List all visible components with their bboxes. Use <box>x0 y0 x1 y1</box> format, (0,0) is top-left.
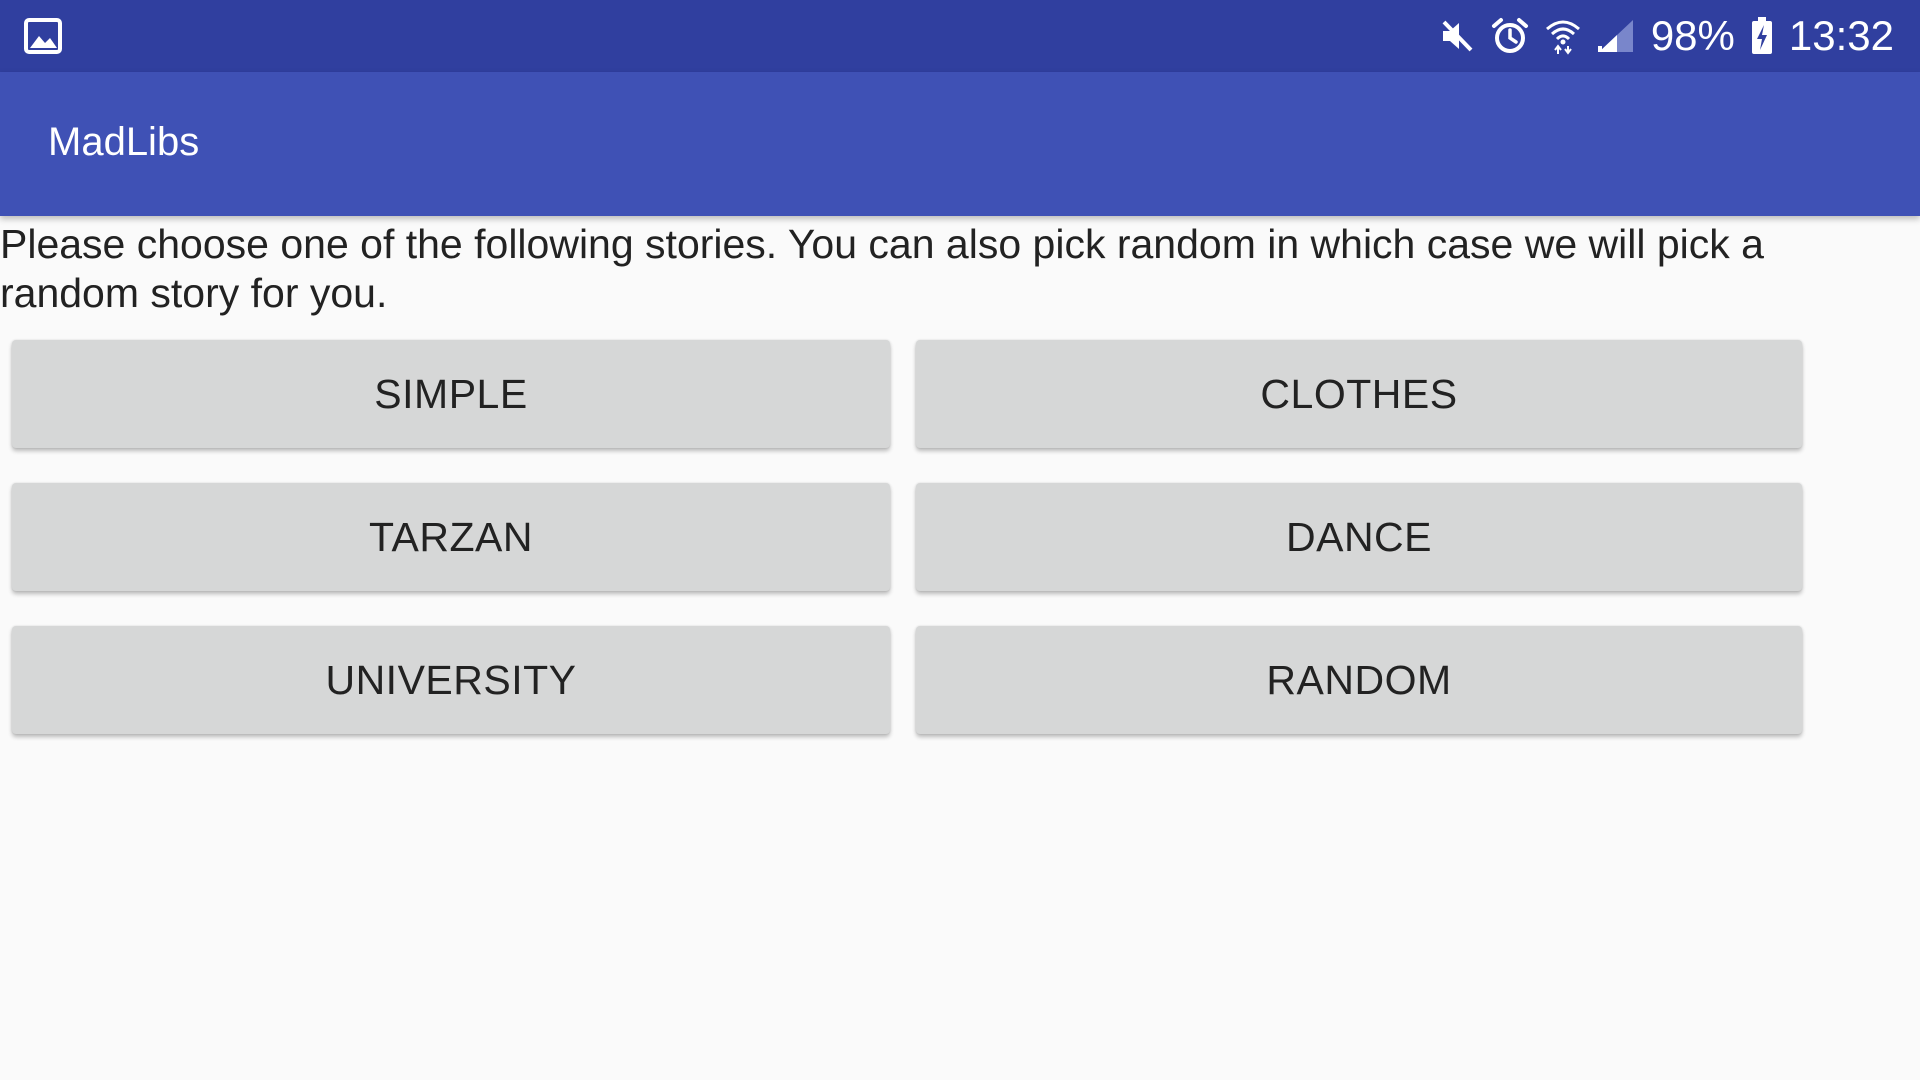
mute-icon <box>1439 18 1475 54</box>
tarzan-story-button[interactable]: TARZAN <box>12 483 890 591</box>
clothes-story-button[interactable]: CLOTHES <box>916 340 1802 448</box>
image-notification-icon <box>24 18 62 54</box>
cell-signal-icon <box>1597 18 1635 54</box>
app-title: MadLibs <box>48 120 200 164</box>
status-icons: 98% 13:32 <box>1439 0 1894 72</box>
random-story-button[interactable]: RANDOM <box>916 626 1802 734</box>
simple-story-button[interactable]: SIMPLE <box>12 340 890 448</box>
dance-story-button[interactable]: DANCE <box>916 483 1802 591</box>
instructions-text: Please choose one of the following stori… <box>0 221 1764 316</box>
status-bar: 98% 13:32 <box>0 0 1920 72</box>
story-button-grid: SIMPLE CLOTHES TARZAN DANCE UNIVERSITY R… <box>12 340 1802 734</box>
battery-percentage: 98% <box>1650 12 1735 59</box>
alarm-icon <box>1491 17 1529 55</box>
app-bar: MadLibs <box>0 72 1920 216</box>
battery-charging-icon <box>1751 17 1773 55</box>
status-clock: 13:32 <box>1788 12 1894 59</box>
wifi-icon <box>1545 17 1581 55</box>
university-story-button[interactable]: UNIVERSITY <box>12 626 890 734</box>
